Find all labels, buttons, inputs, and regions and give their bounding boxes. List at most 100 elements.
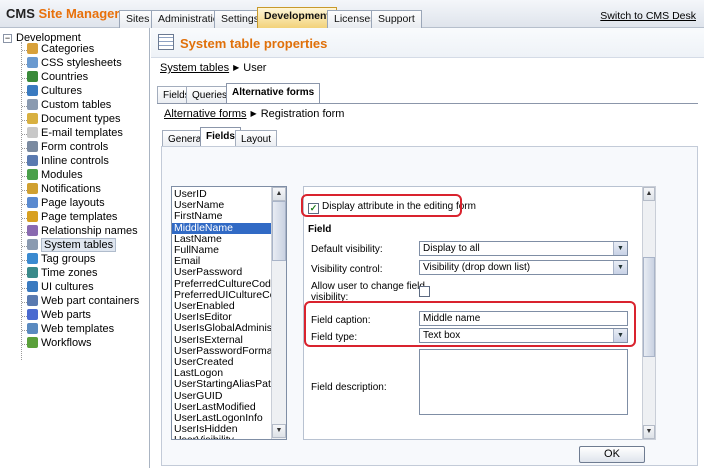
list-item[interactable]: LastLogon xyxy=(172,368,272,379)
tree-item-web-parts[interactable]: Web parts xyxy=(27,309,91,323)
tree-item-relationship-names[interactable]: Relationship names xyxy=(27,225,138,239)
tree-item-time-zones[interactable]: Time zones xyxy=(27,267,97,281)
collapse-icon[interactable]: − xyxy=(3,33,12,43)
tree-item-label: Document types xyxy=(41,113,121,125)
breadcrumb-link-system-tables[interactable]: System tables xyxy=(160,62,229,74)
scroll-thumb[interactable] xyxy=(643,257,655,357)
visibility-control-value: Visibility (drop down list) xyxy=(423,262,531,273)
top-bar: CMS Site Manager Sites Administration Se… xyxy=(0,0,704,28)
allow-change-checkbox[interactable] xyxy=(419,286,430,297)
tree-item-document-types[interactable]: Document types xyxy=(27,113,120,127)
switch-to-desk-link[interactable]: Switch to CMS Desk xyxy=(600,10,696,22)
list-item[interactable]: UserLastLogonInfo xyxy=(172,413,272,424)
tab-support[interactable]: Support xyxy=(371,10,422,28)
table-icon xyxy=(27,99,38,110)
tree-item-cultures[interactable]: Cultures xyxy=(27,85,82,99)
tree-item-css-stylesheets[interactable]: CSS stylesheets xyxy=(27,57,122,71)
list-item[interactable]: FirstName xyxy=(172,211,272,222)
scroll-up-icon[interactable]: ▲ xyxy=(643,187,655,201)
scroll-thumb[interactable] xyxy=(272,201,286,261)
default-visibility-label: Default visibility: xyxy=(311,244,383,255)
list-item[interactable]: UserName xyxy=(172,200,272,211)
scroll-up-icon[interactable]: ▲ xyxy=(272,187,286,201)
tab-development[interactable]: Development xyxy=(257,7,337,28)
tree-item-page-layouts[interactable]: Page layouts xyxy=(27,197,105,211)
tree-item-modules[interactable]: Modules xyxy=(27,169,83,183)
tree-item-form-controls[interactable]: Form controls xyxy=(27,141,108,155)
list-item[interactable]: MiddleName xyxy=(172,222,272,234)
tree-item-tag-groups[interactable]: Tag groups xyxy=(27,253,95,267)
breadcrumb-arrow-icon: ▶ xyxy=(250,109,257,118)
list-item[interactable]: UserID xyxy=(172,189,272,200)
tree-item-ui-cultures[interactable]: UI cultures xyxy=(27,281,94,295)
list-item[interactable]: LastName xyxy=(172,234,272,245)
tree-item-label: UI cultures xyxy=(41,281,94,293)
list-item[interactable]: UserIsHidden xyxy=(172,424,272,435)
visibility-control-select[interactable]: Visibility (drop down list) ▼ xyxy=(419,260,628,275)
breadcrumb-current: User xyxy=(243,62,267,74)
container-icon xyxy=(27,295,38,306)
list-item[interactable]: UserVisibility xyxy=(172,435,272,439)
tree-item-e-mail-templates[interactable]: E-mail templates xyxy=(27,127,123,141)
list-item[interactable]: PreferredUICultureCode xyxy=(172,290,272,301)
tree-item-system-tables[interactable]: System tables xyxy=(27,238,117,253)
default-visibility-select[interactable]: Display to all ▼ xyxy=(419,241,628,256)
tab-divider xyxy=(157,103,698,104)
list-item[interactable]: UserIsGlobalAdministrator xyxy=(172,323,272,334)
tree-item-categories[interactable]: Categories xyxy=(27,43,94,57)
list-item[interactable]: UserPassword xyxy=(172,267,272,278)
tab-alternative-forms[interactable]: Alternative forms xyxy=(226,83,321,104)
list-item[interactable]: UserIsEditor xyxy=(172,312,272,323)
tree-item-label: Categories xyxy=(41,43,95,55)
tree-item-label: Web part containers xyxy=(41,295,140,307)
tree-item-label: Cultures xyxy=(41,85,82,97)
tree-item-label: Inline controls xyxy=(41,155,109,167)
tree-item-label: Form controls xyxy=(41,141,109,153)
globe-icon xyxy=(27,71,38,82)
allow-change-label: Allow user to change field xyxy=(311,281,425,292)
list-item[interactable]: UserIsExternal xyxy=(172,335,272,346)
tree-item-label: Notifications xyxy=(41,183,101,195)
tree-item-workflows[interactable]: Workflows xyxy=(27,337,92,351)
list-item[interactable]: UserStartingAliasPath xyxy=(172,379,272,390)
web-template-icon xyxy=(27,323,38,334)
attribute-list-scrollbar[interactable]: ▲ ▼ xyxy=(271,187,286,439)
list-item[interactable]: UserGUID xyxy=(172,391,272,402)
breadcrumb-2: Alternative forms ▶ Registration form xyxy=(164,108,344,120)
attribute-list[interactable]: UserID UserName FirstName MiddleName LastNam… xyxy=(171,186,287,440)
tree-item-label: Custom tables xyxy=(41,99,112,111)
workflow-icon xyxy=(27,337,38,348)
tree-item-countries[interactable]: Countries xyxy=(27,71,88,85)
tree-item-web-templates[interactable]: Web templates xyxy=(27,323,114,337)
scroll-down-icon[interactable]: ▼ xyxy=(643,425,655,439)
list-item[interactable]: UserEnabled xyxy=(172,301,272,312)
clock-icon xyxy=(27,267,38,278)
field-description-textarea[interactable] xyxy=(419,349,628,415)
globe-icon xyxy=(27,85,38,96)
tree-item-web-part-containers[interactable]: Web part containers xyxy=(27,295,139,309)
list-item[interactable]: Email xyxy=(172,256,272,267)
list-item[interactable]: PreferredCultureCode xyxy=(172,279,272,290)
tree-item-notifications[interactable]: Notifications xyxy=(27,183,101,197)
tree-item-label: Web templates xyxy=(41,323,115,335)
chevron-down-icon[interactable]: ▼ xyxy=(613,261,627,274)
navigation-tree: − Development Categories CSS stylesheets Co… xyxy=(0,28,150,468)
tree-item-custom-tables[interactable]: Custom tables xyxy=(27,99,111,113)
email-icon xyxy=(27,127,38,138)
scroll-down-icon[interactable]: ▼ xyxy=(272,424,286,438)
app-logo: CMS Site Manager xyxy=(6,6,119,21)
tree-item-page-templates[interactable]: Page templates xyxy=(27,211,117,225)
list-item[interactable]: UserPasswordFormat xyxy=(172,346,272,357)
list-item[interactable]: UserCreated xyxy=(172,357,272,368)
tree-item-label: Page layouts xyxy=(41,197,105,209)
chevron-down-icon[interactable]: ▼ xyxy=(613,242,627,255)
field-description-label: Field description: xyxy=(311,382,387,393)
properties-scrollbar[interactable]: ▲ ▼ xyxy=(642,186,656,440)
ok-button[interactable]: OK xyxy=(579,446,645,463)
breadcrumb-link-alternative-forms[interactable]: Alternative forms xyxy=(164,108,247,120)
tree-item-label: E-mail templates xyxy=(41,127,123,139)
tree-item-label: Countries xyxy=(41,71,89,83)
list-item[interactable]: FullName xyxy=(172,245,272,256)
tree-item-inline-controls[interactable]: Inline controls xyxy=(27,155,109,169)
list-item[interactable]: UserLastModified xyxy=(172,402,272,413)
